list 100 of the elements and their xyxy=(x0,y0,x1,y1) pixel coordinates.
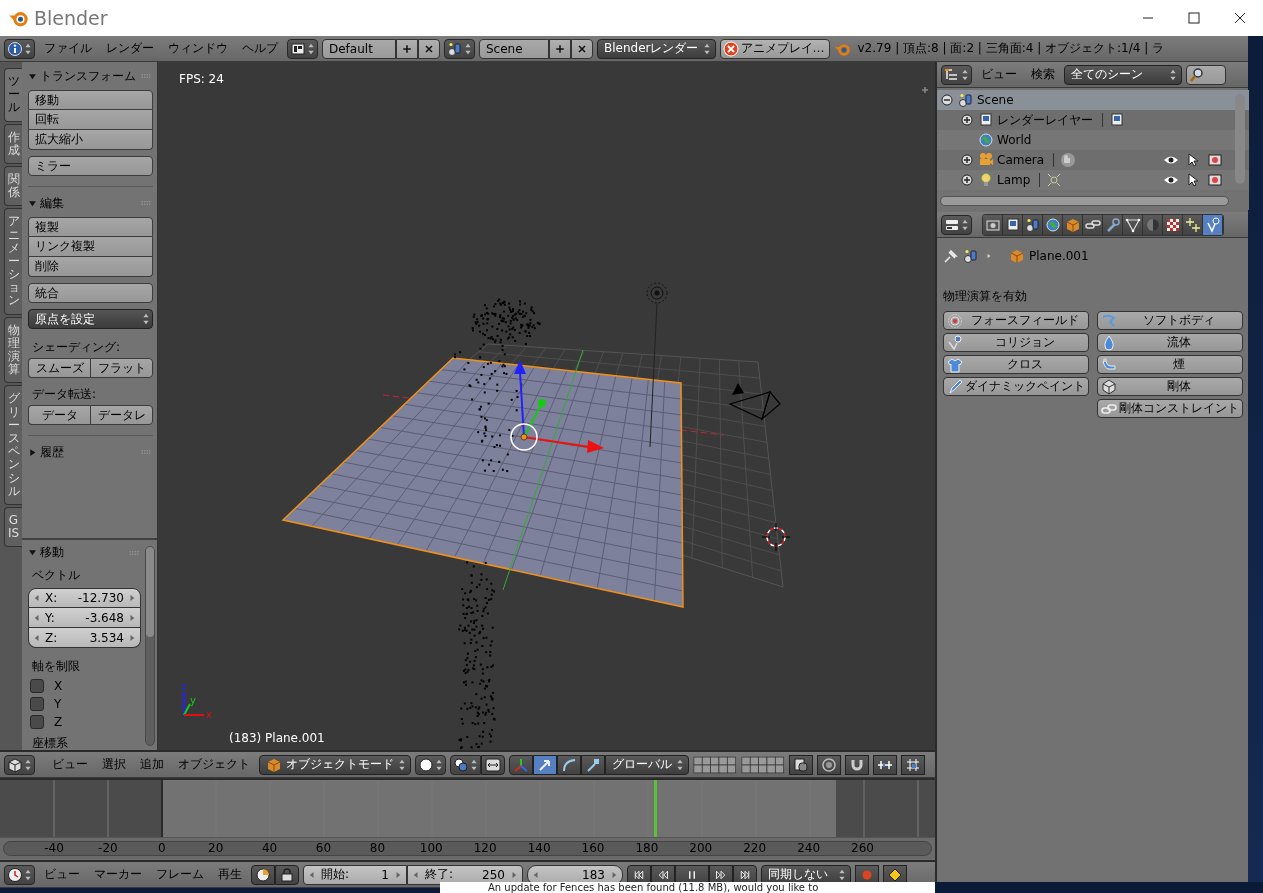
physics-button[interactable]: ダイナミックペイント xyxy=(943,377,1089,396)
side-tab[interactable]: グリースペンシル xyxy=(4,385,22,505)
section-label: シェーディング: xyxy=(31,339,122,356)
frame-tick: 260 xyxy=(851,841,874,855)
frame-tick: 0 xyxy=(158,841,166,855)
panel-title[interactable]: 履歴 xyxy=(40,443,64,461)
orientation-dropdown[interactable]: グローバル xyxy=(605,754,689,775)
menu-item[interactable]: ビュー xyxy=(39,866,85,883)
physics-button[interactable]: 剛体コンストレイント xyxy=(1097,399,1243,418)
item-label: Camera xyxy=(997,153,1045,167)
tool-button[interactable]: スムーズ xyxy=(28,358,90,378)
physics-button[interactable]: コリジョン xyxy=(943,333,1089,352)
fps-readout: FPS: 24 xyxy=(179,72,224,86)
physics-button[interactable]: 剛体 xyxy=(1097,377,1243,396)
item-label: World xyxy=(997,133,1032,147)
render-engine-dropdown[interactable]: Blenderレンダー xyxy=(597,38,716,59)
frame-tick: 200 xyxy=(689,841,713,855)
tool-button[interactable]: 移動 xyxy=(28,90,153,110)
panel-title[interactable]: トランスフォーム xyxy=(40,67,136,85)
side-tab[interactable]: 作成 xyxy=(4,123,22,164)
tool-button[interactable]: 拡大縮小 xyxy=(28,130,153,150)
menu-item[interactable]: ビュー xyxy=(976,66,1022,83)
frame-tick: 140 xyxy=(527,841,551,855)
menu-item[interactable]: マーカー xyxy=(89,866,147,883)
menu-item[interactable]: ウィンドウ xyxy=(163,40,233,57)
physics-button[interactable]: クロス xyxy=(943,355,1089,374)
tool-button[interactable]: 削除 xyxy=(28,257,153,277)
outliner-row[interactable]: World xyxy=(937,130,1249,150)
physics-button[interactable]: フォースフィールド xyxy=(943,311,1089,330)
axis-label: y xyxy=(190,695,196,706)
tool-button[interactable]: リンク複製 xyxy=(28,237,153,257)
side-tab[interactable]: 物理演算 xyxy=(4,316,22,384)
menu-item[interactable]: 検索 xyxy=(1026,66,1060,83)
display-mode-dropdown[interactable]: 全てのシーン xyxy=(1064,64,1182,85)
side-tab[interactable]: ツール xyxy=(4,68,22,122)
3d-viewport[interactable]: FPS: 24 x y z (183) Plane.001 xyxy=(158,62,935,750)
notification-text: An update for Fences has been found (11.8 MB), would you like to xyxy=(440,882,935,893)
tool-button[interactable]: データレ xyxy=(90,405,153,425)
menu-item[interactable]: レンダー xyxy=(101,40,159,57)
frame-tick: 40 xyxy=(261,841,278,855)
tool-button[interactable]: 統合 xyxy=(28,283,153,303)
item-label: レンダーレイヤー xyxy=(997,111,1093,129)
outliner-row[interactable]: Scene xyxy=(937,90,1249,110)
playback-warning-button[interactable]: アニメプレイ… xyxy=(719,38,830,59)
checkbox-label: Z xyxy=(54,715,63,729)
section-label: 軸を制限 xyxy=(31,658,81,675)
frame-tick: 240 xyxy=(797,841,821,855)
number-field[interactable]: Z: 3.534 xyxy=(28,628,141,648)
physics-button[interactable]: 流体 xyxy=(1097,333,1243,352)
tool-button[interactable]: フラット xyxy=(90,358,153,378)
item-label: Scene xyxy=(977,93,1014,107)
section-label: ベクトル xyxy=(31,567,81,584)
tool-button[interactable]: 複製 xyxy=(28,217,153,237)
tool-button[interactable]: 回転 xyxy=(28,110,153,130)
menu-item[interactable]: ファイル xyxy=(39,40,97,57)
menu-item[interactable]: ビュー xyxy=(47,756,93,773)
axis-label: z xyxy=(181,681,187,692)
side-tab[interactable]: GIS xyxy=(4,506,22,548)
scene-stats: v2.79 | 頂点:8 | 面:2 | 三角面:4 | オブジェクト:1/4 | ラ xyxy=(856,40,1165,57)
origin-dropdown[interactable]: 原点を設定 xyxy=(28,309,153,329)
frame-tick: 220 xyxy=(743,841,767,855)
panel-title[interactable]: 編集 xyxy=(40,194,64,212)
section-label: 物理演算を有効 xyxy=(943,288,1028,305)
checkbox-label: Y xyxy=(54,697,62,711)
outliner-row[interactable]: レンダーレイヤー xyxy=(937,110,1249,130)
frame-tick: 180 xyxy=(635,841,659,855)
side-tab[interactable]: アニメーション xyxy=(4,208,22,315)
outliner-row[interactable]: Camera xyxy=(937,150,1249,170)
menu-item[interactable]: ヘルプ xyxy=(237,40,283,57)
layout-field[interactable]: Default xyxy=(322,38,396,59)
menu-item[interactable]: フレーム xyxy=(151,866,209,883)
number-field[interactable]: X: -12.730 xyxy=(28,588,141,608)
frame-tick: 20 xyxy=(208,841,224,855)
physics-button[interactable]: 煙 xyxy=(1097,355,1243,374)
tool-button[interactable]: データ xyxy=(28,405,90,425)
object-info: (183) Plane.001 xyxy=(229,731,325,745)
menu-item[interactable]: 再生 xyxy=(213,866,247,883)
frame-tick: 60 xyxy=(315,841,332,855)
checkbox-label: X xyxy=(54,679,63,693)
menu-item[interactable]: 追加 xyxy=(135,756,169,773)
start-frame-field[interactable]: 開始: 1 xyxy=(303,864,407,885)
frame-tick: 120 xyxy=(473,841,497,855)
panel-title[interactable]: 移動 xyxy=(40,544,64,561)
outliner-row[interactable]: Lamp xyxy=(937,170,1249,190)
axis-label: x xyxy=(206,709,212,720)
menu-item[interactable]: 選択 xyxy=(97,756,131,773)
section-label: 座標系 xyxy=(31,735,69,750)
number-field[interactable]: Y: -3.648 xyxy=(28,608,141,628)
section-label: データ転送: xyxy=(31,386,98,403)
frame-tick: 100 xyxy=(419,841,443,855)
frame-tick: -20 xyxy=(98,841,118,855)
tool-button[interactable]: ミラー xyxy=(28,156,153,176)
side-tab[interactable]: 関係 xyxy=(4,165,22,207)
frame-tick: 160 xyxy=(581,841,605,855)
physics-button[interactable]: ソフトボディ xyxy=(1097,311,1243,330)
item-label: Lamp xyxy=(997,173,1031,187)
mode-dropdown[interactable]: オブジェクトモード xyxy=(259,754,411,775)
frame-tick: 80 xyxy=(369,841,386,855)
menu-item[interactable]: オブジェクト xyxy=(173,756,255,773)
scene-field[interactable]: Scene xyxy=(479,38,549,59)
